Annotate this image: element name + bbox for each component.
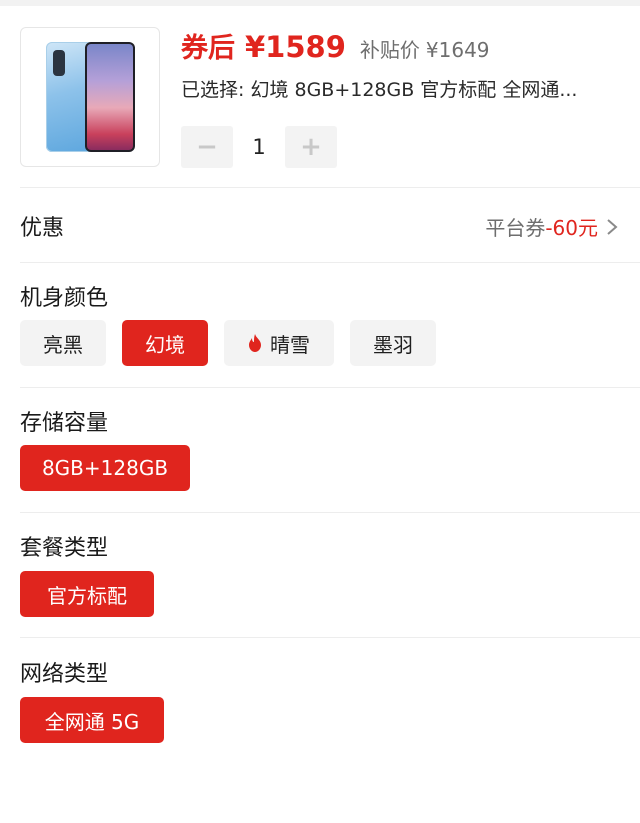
promo-label: 优惠: [20, 216, 65, 241]
color-option-label: 晴雪: [270, 332, 310, 357]
selected-summary: 已选择: 幻境 8GB+128GB 官方标配 全网通...: [181, 79, 578, 101]
phone-front-image: [85, 42, 135, 152]
storage-option[interactable]: 8GB+128GB: [20, 445, 190, 491]
color-option-selected[interactable]: 幻境: [122, 320, 208, 366]
price-row: 券后 ¥1589 补贴价 ¥1649: [181, 26, 490, 66]
divider: [20, 512, 640, 513]
divider: [20, 637, 640, 638]
color-options: 亮黑 幻境 晴雪 墨羽: [20, 320, 436, 366]
section-title-network: 网络类型: [20, 662, 109, 687]
promo-value: 平台券 -60元: [485, 212, 618, 241]
product-thumbnail[interactable]: [20, 27, 160, 167]
package-options: 官方标配: [20, 571, 154, 617]
decrease-button[interactable]: −: [181, 126, 233, 168]
network-options: 全网通 5G: [20, 697, 164, 743]
color-option-black[interactable]: 亮黑: [20, 320, 106, 366]
network-option[interactable]: 全网通 5G: [20, 697, 164, 743]
quantity-value[interactable]: 1: [233, 135, 285, 159]
package-option[interactable]: 官方标配: [20, 571, 154, 617]
subsidy-price: ¥1649: [425, 38, 490, 62]
divider: [20, 262, 640, 263]
color-option-snow[interactable]: 晴雪: [224, 320, 334, 366]
increase-button[interactable]: +: [285, 126, 337, 168]
quantity-stepper: − 1 +: [181, 126, 337, 168]
section-title-storage: 存储容量: [20, 411, 109, 436]
section-title-package: 套餐类型: [20, 536, 109, 561]
storage-options: 8GB+128GB: [20, 445, 190, 491]
subsidy-label: 补贴价: [359, 38, 420, 62]
price-label: 券后: [181, 33, 235, 64]
chevron-right-icon: [607, 218, 618, 235]
section-title-color: 机身颜色: [20, 286, 109, 311]
flame-icon: [249, 334, 261, 352]
product-header: 券后 ¥1589 补贴价 ¥1649 已选择: 幻境 8GB+128GB 官方标…: [0, 6, 640, 187]
divider: [20, 387, 640, 388]
platform-coupon-label: 平台券: [485, 216, 546, 240]
color-option-feather[interactable]: 墨羽: [350, 320, 436, 366]
promo-row[interactable]: 优惠 平台券 -60元: [0, 188, 640, 262]
price-value: ¥1589: [245, 30, 346, 64]
coupon-amount: -60元: [545, 216, 598, 240]
